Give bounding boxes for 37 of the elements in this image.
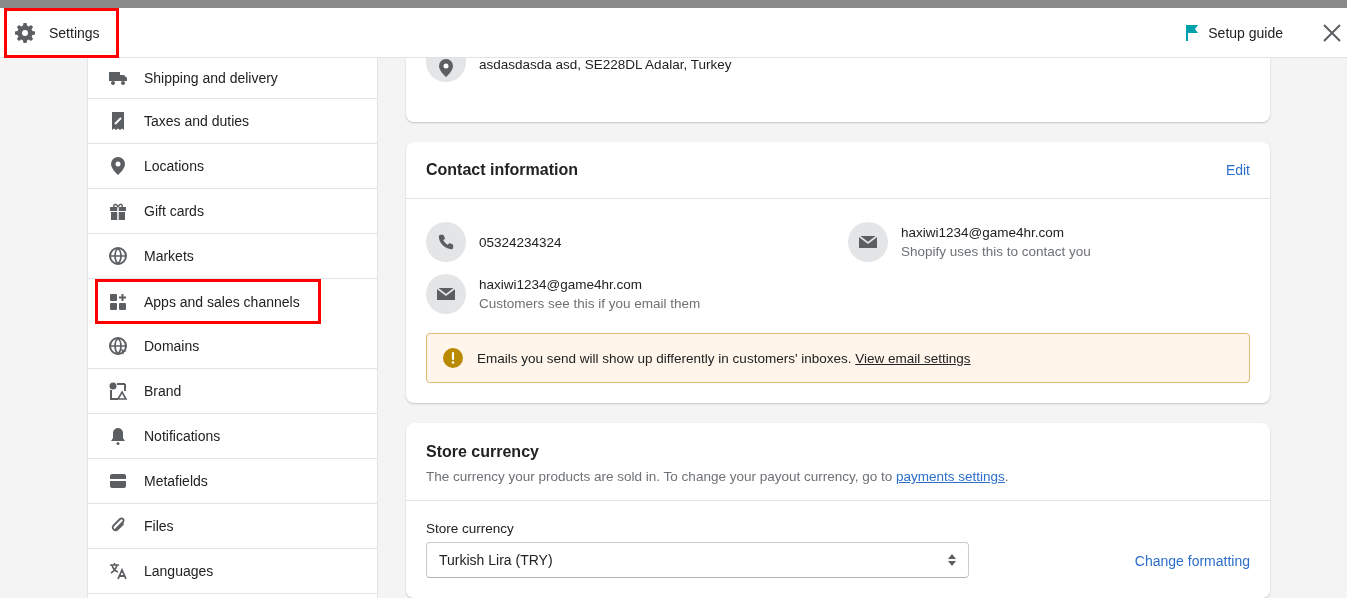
banner-text: Emails you send will show up differently in customers' inboxes. View email settings: [477, 350, 971, 366]
setup-guide-button[interactable]: Setup guide: [1180, 19, 1287, 46]
settings-title: Settings: [4, 7, 119, 58]
card-description: The currency your products are sold in. To change your payout currency, go to payments settings.: [426, 469, 1010, 484]
payments-settings-link[interactable]: payments settings: [896, 469, 1005, 484]
contact-note: Customers see this if you email them: [479, 296, 701, 311]
currency-select[interactable]: Turkish Lira (TRY): [426, 542, 969, 578]
apps-icon: [108, 291, 128, 312]
envelope-icon: [436, 286, 456, 302]
address-text: asdasdasda asd, SE228DL Adalar, Turkey: [479, 57, 732, 72]
location-pin-icon: [108, 156, 128, 176]
contact-value: 05324234324: [479, 234, 562, 250]
contact-note: Shopify uses this to contact you: [901, 244, 1091, 259]
gift-icon: [108, 201, 128, 221]
sort-arrows-icon: [948, 554, 956, 566]
change-formatting-link[interactable]: Change formatting: [1134, 553, 1250, 569]
warning-icon: [443, 348, 463, 368]
close-button[interactable]: [1323, 23, 1341, 42]
bell-icon: [108, 426, 128, 446]
card-title: Store currency: [426, 443, 540, 461]
flag-icon: [1184, 23, 1201, 42]
contact-value: haxiwi1234@game4hr.com: [901, 225, 1066, 240]
field-label: Store currency: [426, 521, 515, 536]
translate-icon: [108, 561, 128, 581]
phone-icon: [437, 233, 455, 251]
contact-value: haxiwi1234@game4hr.com: [479, 277, 644, 292]
metafields-icon: [108, 471, 128, 491]
edit-link[interactable]: Edit: [1225, 162, 1250, 178]
sidebar-item[interactable]: Apps and sales channels: [95, 279, 321, 324]
envelope-icon: [858, 234, 878, 250]
card-title: Contact information: [426, 161, 578, 179]
close-icon: [1323, 23, 1341, 42]
email-settings-link[interactable]: View email settings: [855, 350, 971, 366]
globe-cursor-icon: [108, 336, 128, 356]
globe-icon: [108, 246, 128, 266]
settings-icon: [15, 22, 35, 43]
brand-icon: [108, 381, 128, 401]
